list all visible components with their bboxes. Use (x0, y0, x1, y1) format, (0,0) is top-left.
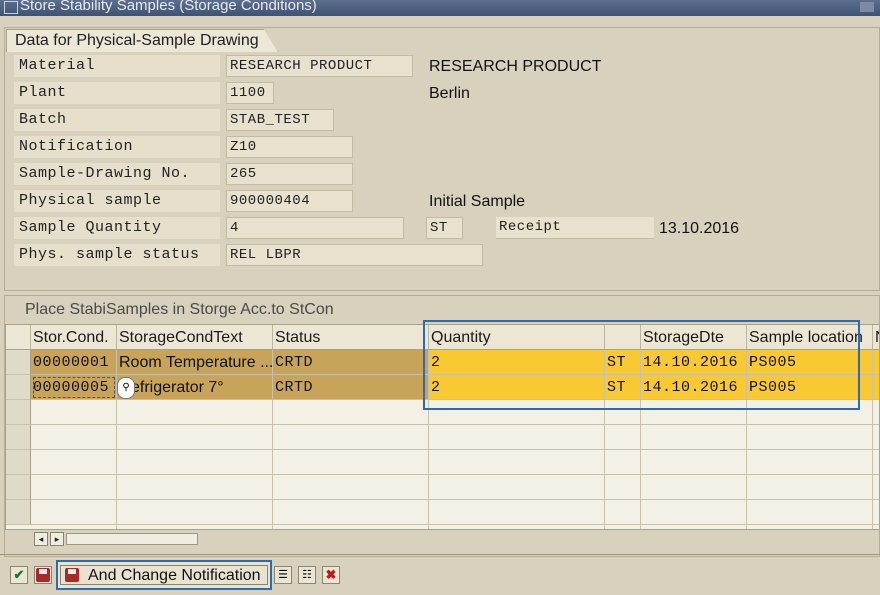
save-icon (65, 568, 79, 582)
horizontal-scrollbar[interactable]: ◂ ▸ (30, 532, 875, 546)
col-divider (746, 400, 747, 529)
column-header-stor-cond[interactable]: Stor.Cond. (31, 325, 117, 350)
scroll-left-icon[interactable]: ◂ (34, 532, 48, 546)
save-button[interactable] (34, 566, 52, 584)
notification-label: Notification (14, 136, 220, 158)
batch-field[interactable]: STAB_TEST (226, 109, 334, 131)
window-titlebar: Store Stability Samples (Storage Conditi… (0, 0, 880, 16)
highlight-frame (423, 320, 860, 410)
section-title-physical-sample: Data for Physical-Sample Drawing (6, 29, 278, 52)
col-divider (604, 400, 605, 529)
physical-sample-description: Initial Sample (429, 193, 526, 210)
physical-sample-label: Physical sample (14, 190, 220, 212)
sample-quantity-field[interactable]: 4 (226, 217, 404, 239)
toolbar-divider (0, 554, 880, 555)
column-header-storage-cond-text[interactable]: StorageCondText (117, 325, 273, 350)
row-selector[interactable] (6, 400, 31, 425)
material-description: RESEARCH PRODUCT (429, 58, 602, 75)
plant-label: Plant (14, 82, 220, 104)
plant-description: Berlin (429, 85, 470, 102)
phys-sample-status-field: REL LBPR (226, 244, 483, 266)
plant-field[interactable]: 1100 (226, 82, 274, 104)
table-cell-stor-cond[interactable]: 00000005 (31, 375, 117, 400)
edit-details-icon[interactable]: ☷ (298, 566, 316, 584)
table-cell-cond-text[interactable]: Room Temperature ... (117, 350, 273, 375)
search-help-icon[interactable]: ⚲ (117, 377, 135, 399)
column-header-next[interactable]: N (873, 325, 879, 350)
check-icon[interactable]: ✔ (10, 566, 28, 584)
empty-rows[interactable] (31, 400, 879, 529)
table-cell-next[interactable] (873, 350, 879, 375)
sample-unit-field[interactable]: ST (426, 217, 463, 239)
section-title-storage-placement: Place StabiSamples in Storge Acc.to StCo… (25, 301, 334, 318)
window-close-icon[interactable] (860, 2, 874, 12)
col-divider (640, 400, 641, 529)
window-title: Store Stability Samples (Storage Conditi… (20, 0, 317, 14)
col-divider (272, 400, 273, 529)
col-divider (872, 400, 873, 529)
sample-drawing-label: Sample-Drawing No. (14, 163, 220, 185)
col-divider (428, 400, 429, 529)
row-selector[interactable] (6, 425, 31, 450)
receipt-label: Receipt (496, 217, 654, 239)
delete-icon[interactable]: ✖ (322, 566, 340, 584)
table-cell-status[interactable]: CRTD (273, 375, 429, 400)
column-header-status[interactable]: Status (273, 325, 429, 350)
table-cell-status[interactable]: CRTD (273, 350, 429, 375)
and-change-notification-button[interactable]: And Change Notification (56, 560, 272, 590)
row-selector[interactable] (6, 375, 31, 400)
row-selector[interactable] (6, 475, 31, 500)
row-selector[interactable] (6, 500, 31, 525)
table-cell-next[interactable] (873, 375, 879, 400)
material-label: Material (14, 55, 220, 77)
row-selector[interactable] (6, 350, 31, 375)
batch-label: Batch (14, 109, 220, 131)
table-cell-cond-text[interactable]: efrigerator 7° (117, 375, 273, 400)
save-icon (36, 568, 50, 582)
bottom-toolbar: ✔ And Change Notification ☰ ☷ ✖ (0, 558, 880, 595)
material-field[interactable]: RESEARCH PRODUCT (226, 55, 413, 77)
receipt-date: 13.10.2016 (659, 220, 740, 237)
and-change-notification-label: And Change Notification (88, 567, 261, 584)
phys-sample-status-label: Phys. sample status (14, 244, 220, 266)
scroll-right-icon[interactable]: ▸ (50, 532, 64, 546)
sample-quantity-label: Sample Quantity (14, 217, 220, 239)
select-all-header[interactable] (6, 325, 31, 350)
sample-drawing-field[interactable]: 265 (226, 163, 353, 185)
notification-field[interactable]: Z10 (226, 136, 353, 158)
physical-sample-field[interactable]: 900000404 (226, 190, 353, 212)
scroll-thumb[interactable] (66, 533, 198, 545)
table-cell-stor-cond[interactable]: 00000001 (31, 350, 117, 375)
col-divider (116, 400, 117, 529)
row-selector[interactable] (6, 450, 31, 475)
window-menu-icon[interactable] (4, 1, 18, 14)
details-icon[interactable]: ☰ (274, 566, 292, 584)
